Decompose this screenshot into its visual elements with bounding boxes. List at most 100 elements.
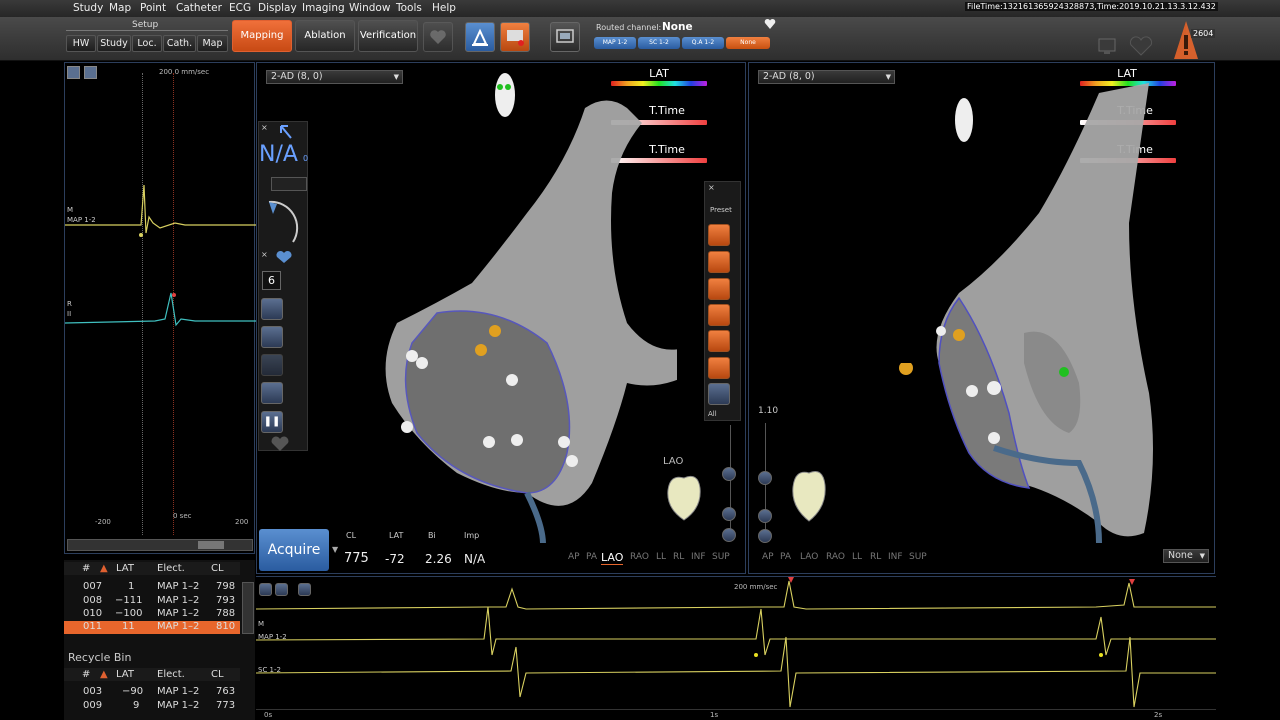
grid-tool-icon[interactable]	[261, 298, 283, 320]
rotate-up-icon[interactable]	[722, 528, 736, 542]
view-sup[interactable]: SUP	[909, 552, 927, 562]
routed-pill-sc[interactable]: SC 1-2	[638, 37, 680, 49]
view-pa[interactable]: PA	[780, 552, 791, 562]
recycle-col-cl[interactable]: CL	[211, 669, 224, 680]
recycle-col-elect[interactable]: Elect.	[157, 669, 185, 680]
preset-grid-icon[interactable]	[708, 304, 730, 326]
preset-spot-icon[interactable]	[708, 278, 730, 300]
record-icon-button[interactable]	[500, 22, 530, 52]
shape-icon-button[interactable]	[465, 22, 495, 52]
routed-pill-map[interactable]: MAP 1-2	[594, 37, 636, 49]
close-icon[interactable]: ×	[708, 183, 715, 192]
recycle-col-num[interactable]: #	[82, 669, 90, 680]
setup-tab-hw[interactable]: HW	[66, 35, 96, 52]
view-pa[interactable]: PA	[586, 552, 597, 562]
left-map-view[interactable]: 2-AD (8, 0) ▼ LAT T.Time T.Time × N/A 0 …	[256, 62, 746, 574]
setup-tab-study[interactable]: Study	[97, 35, 131, 52]
dial-gauge[interactable]	[263, 196, 303, 248]
acquire-button[interactable]: Acquire	[259, 529, 329, 571]
heart-orientation-icon[interactable]	[787, 463, 831, 525]
view-lao[interactable]: LAO	[601, 551, 624, 565]
color-swatches[interactable]	[271, 177, 307, 191]
zoom-icon[interactable]	[67, 66, 80, 79]
close-icon[interactable]: ×	[261, 123, 268, 132]
cursor-arrow-icon[interactable]	[277, 124, 295, 140]
hand-tool-icon[interactable]	[261, 382, 283, 404]
menu-catheter[interactable]: Catheter	[176, 2, 222, 14]
recycle-row[interactable]: 009 9 MAP 1–2 773	[64, 700, 254, 713]
ecg-scroll-thumb[interactable]	[198, 541, 224, 549]
points-scrollbar[interactable]	[242, 582, 254, 634]
rotate-down-icon[interactable]	[758, 509, 772, 523]
routed-pill-qa[interactable]: Q.A 1-2	[682, 37, 724, 49]
view-ap[interactable]: AP	[762, 552, 774, 562]
view-ll[interactable]: LL	[852, 552, 862, 562]
view-inf[interactable]: INF	[888, 552, 903, 562]
sort-up-icon[interactable]: ▲	[100, 669, 108, 680]
menu-map[interactable]: Map	[109, 2, 131, 14]
mapping-button[interactable]: Mapping	[232, 20, 292, 52]
view-inf[interactable]: INF	[691, 552, 706, 562]
menu-ecg[interactable]: ECG	[229, 2, 251, 14]
recycle-row[interactable]: 003 −90 MAP 1–2 763	[64, 686, 254, 699]
table-row-selected[interactable]: 011 11 MAP 1–2 810	[64, 621, 240, 634]
heart-icon-button[interactable]	[423, 22, 453, 52]
rotate-up-icon[interactable]	[758, 529, 772, 543]
preset-catheter-icon[interactable]	[708, 383, 730, 405]
menu-help[interactable]: Help	[432, 2, 456, 14]
preset-all-label[interactable]: All	[708, 410, 717, 418]
chevron-down-icon[interactable]: ▼	[332, 545, 338, 554]
screen-icon-button[interactable]	[550, 22, 580, 52]
menu-window[interactable]: Window	[349, 2, 390, 14]
setup-tab-cath[interactable]: Cath.	[163, 35, 196, 52]
view-sup[interactable]: SUP	[712, 552, 730, 562]
col-elect[interactable]: Elect.	[157, 563, 185, 574]
recycle-col-lat[interactable]: LAT	[116, 669, 134, 680]
heart-brush-icon[interactable]	[273, 250, 295, 264]
view-ap[interactable]: AP	[568, 552, 580, 562]
anatomy-mesh[interactable]	[929, 63, 1179, 563]
view-rl[interactable]: RL	[673, 552, 684, 562]
preset-points-icon[interactable]	[708, 224, 730, 246]
view-lao[interactable]: LAO	[800, 552, 818, 562]
menu-display[interactable]: Display	[258, 2, 297, 14]
pan-icon[interactable]	[84, 66, 97, 79]
right-map-view[interactable]: 2-AD (8, 0) ▼ LAT T.Time T.Time 1.10 AP …	[748, 62, 1215, 574]
view-rao[interactable]: RAO	[630, 552, 649, 562]
zoom-slider-thumb[interactable]	[758, 471, 772, 485]
view-ll[interactable]: LL	[656, 552, 666, 562]
routed-pill-none[interactable]: None	[726, 37, 770, 49]
right-map-select[interactable]: 2-AD (8, 0) ▼	[758, 70, 895, 84]
menu-study[interactable]: Study	[73, 2, 103, 14]
table-row[interactable]: 010 −100 MAP 1–2 788	[64, 608, 254, 621]
table-row[interactable]: 007 1 MAP 1–2 798	[64, 581, 254, 594]
view-rao[interactable]: RAO	[826, 552, 845, 562]
right-none-select[interactable]: None ▼	[1163, 549, 1209, 563]
rotate-down-icon[interactable]	[722, 507, 736, 521]
heart-orientation-icon[interactable]	[662, 468, 706, 524]
menu-tools[interactable]: Tools	[396, 2, 422, 14]
anatomy-mesh[interactable]	[377, 63, 677, 543]
number-field[interactable]: 6	[262, 271, 281, 290]
col-lat[interactable]: LAT	[116, 563, 134, 574]
ecg-scrollbar[interactable]	[67, 539, 253, 551]
brush-tool-icon[interactable]	[261, 326, 283, 348]
verification-button[interactable]: Verification	[358, 20, 418, 52]
view-rl[interactable]: RL	[870, 552, 881, 562]
menu-point[interactable]: Point	[140, 2, 166, 14]
ablation-button[interactable]: Ablation	[295, 20, 355, 52]
heart-outline-icon[interactable]	[269, 435, 291, 453]
preset-color-icon[interactable]	[708, 251, 730, 273]
col-cl[interactable]: CL	[211, 563, 224, 574]
menu-imaging[interactable]: Imaging	[302, 2, 345, 14]
zoom-slider-thumb[interactable]	[722, 467, 736, 481]
preset-mesh-icon[interactable]	[708, 357, 730, 379]
sort-up-icon[interactable]: ▲	[100, 563, 108, 574]
setup-tab-loc[interactable]: Loc.	[132, 35, 162, 52]
table-row[interactable]: 008 −111 MAP 1–2 793	[64, 595, 254, 608]
setup-tab-map[interactable]: Map	[197, 35, 228, 52]
eraser-tool-icon[interactable]	[261, 354, 283, 376]
pause-icon[interactable]: ❚❚	[261, 411, 283, 433]
preset-palette-icon[interactable]	[708, 330, 730, 352]
col-num[interactable]: #	[82, 563, 90, 574]
